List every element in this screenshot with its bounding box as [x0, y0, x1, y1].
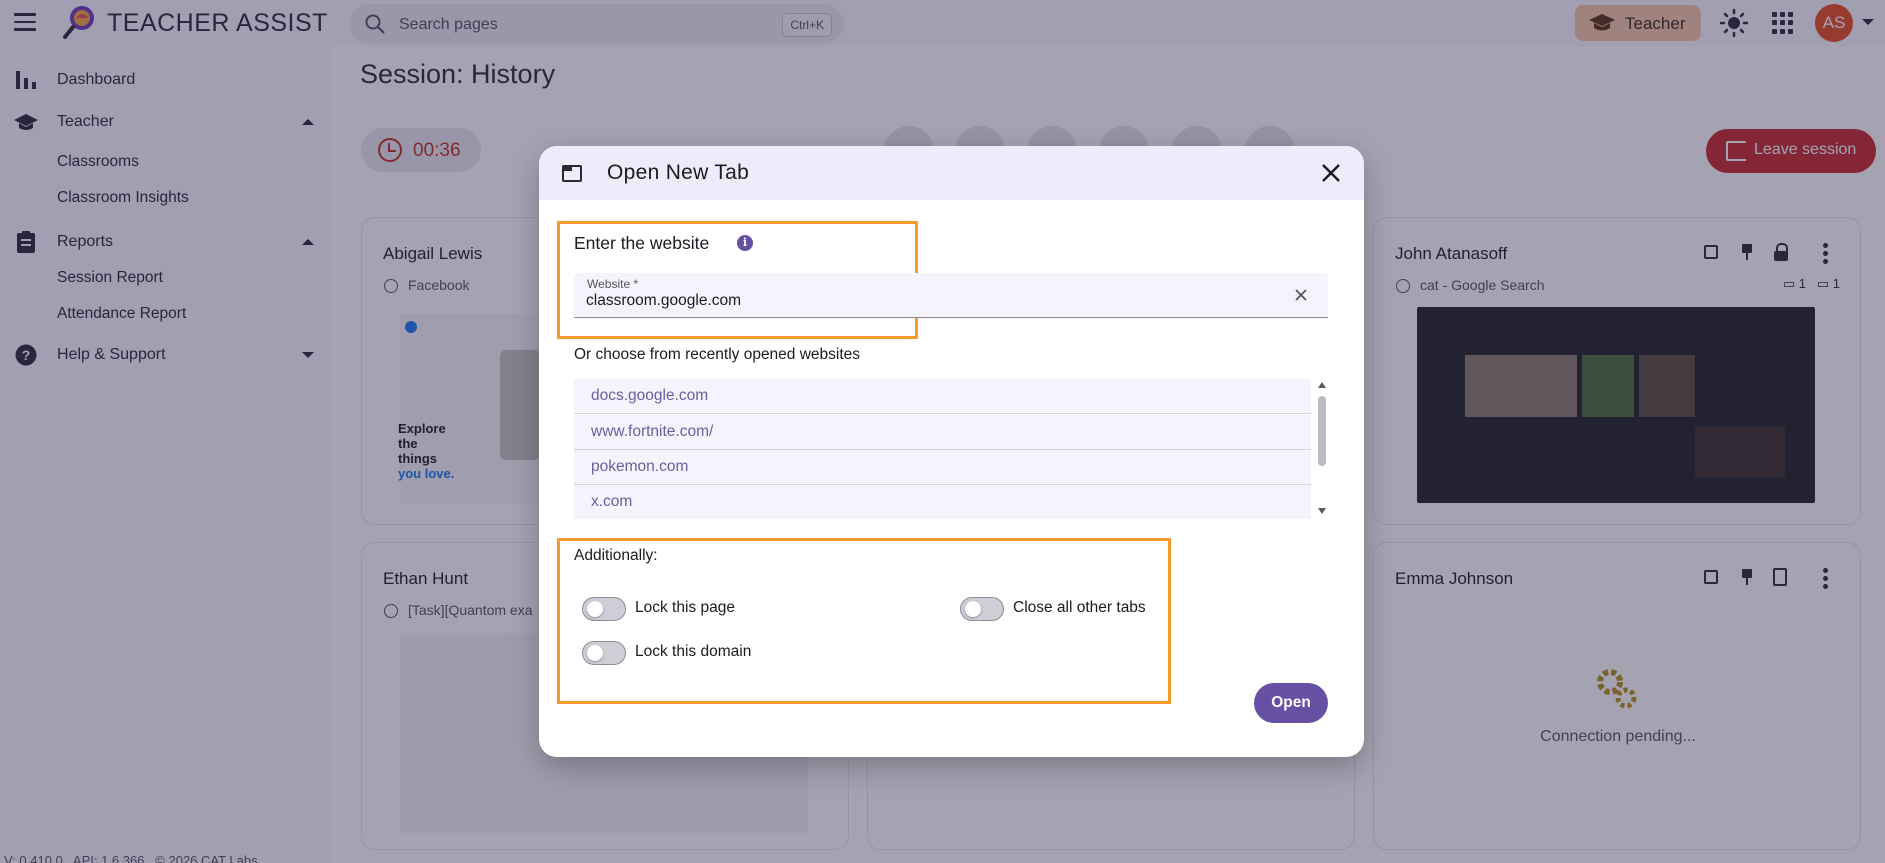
- scroll-up-arrow[interactable]: [1318, 382, 1326, 388]
- additionally-label: Additionally:: [574, 547, 658, 564]
- lock-page-label: Lock this page: [635, 599, 735, 616]
- close-other-tabs-label: Close all other tabs: [1013, 599, 1146, 616]
- open-new-tab-dialog: Open New Tab Enter the website i Website…: [539, 146, 1364, 757]
- scrollbar-thumb[interactable]: [1318, 396, 1326, 466]
- lock-domain-label: Lock this domain: [635, 643, 752, 660]
- scroll-down-arrow[interactable]: [1318, 508, 1326, 514]
- website-field-label: Website *: [587, 277, 639, 291]
- recent-website: www.fortnite.com/: [591, 423, 714, 440]
- dialog-title: Open New Tab: [607, 161, 750, 184]
- recent-websites-list: docs.google.com www.fortnite.com/ pokemo…: [574, 379, 1329, 519]
- open-button[interactable]: Open: [1254, 683, 1328, 723]
- clear-icon[interactable]: [1293, 287, 1309, 303]
- list-item[interactable]: docs.google.com: [574, 379, 1311, 414]
- website-input[interactable]: [586, 291, 1266, 311]
- recent-websites-label: Or choose from recently opened websites: [574, 346, 861, 363]
- website-field[interactable]: Website *: [574, 273, 1328, 318]
- new-tab-icon: [562, 165, 582, 182]
- dialog-header: Open New Tab: [539, 146, 1364, 200]
- enter-website-label: Enter the website: [574, 233, 710, 253]
- close-icon[interactable]: [1320, 162, 1342, 184]
- lock-page-toggle[interactable]: [582, 597, 626, 621]
- info-icon[interactable]: i: [737, 235, 753, 251]
- recent-website: pokemon.com: [591, 458, 689, 475]
- list-item[interactable]: www.fortnite.com/: [574, 415, 1311, 450]
- list-item[interactable]: x.com: [574, 485, 1311, 519]
- list-item[interactable]: pokemon.com: [574, 450, 1311, 485]
- close-other-tabs-toggle[interactable]: [960, 597, 1004, 621]
- lock-domain-toggle[interactable]: [582, 641, 626, 665]
- recent-website: x.com: [591, 493, 633, 510]
- recent-website: docs.google.com: [591, 387, 709, 404]
